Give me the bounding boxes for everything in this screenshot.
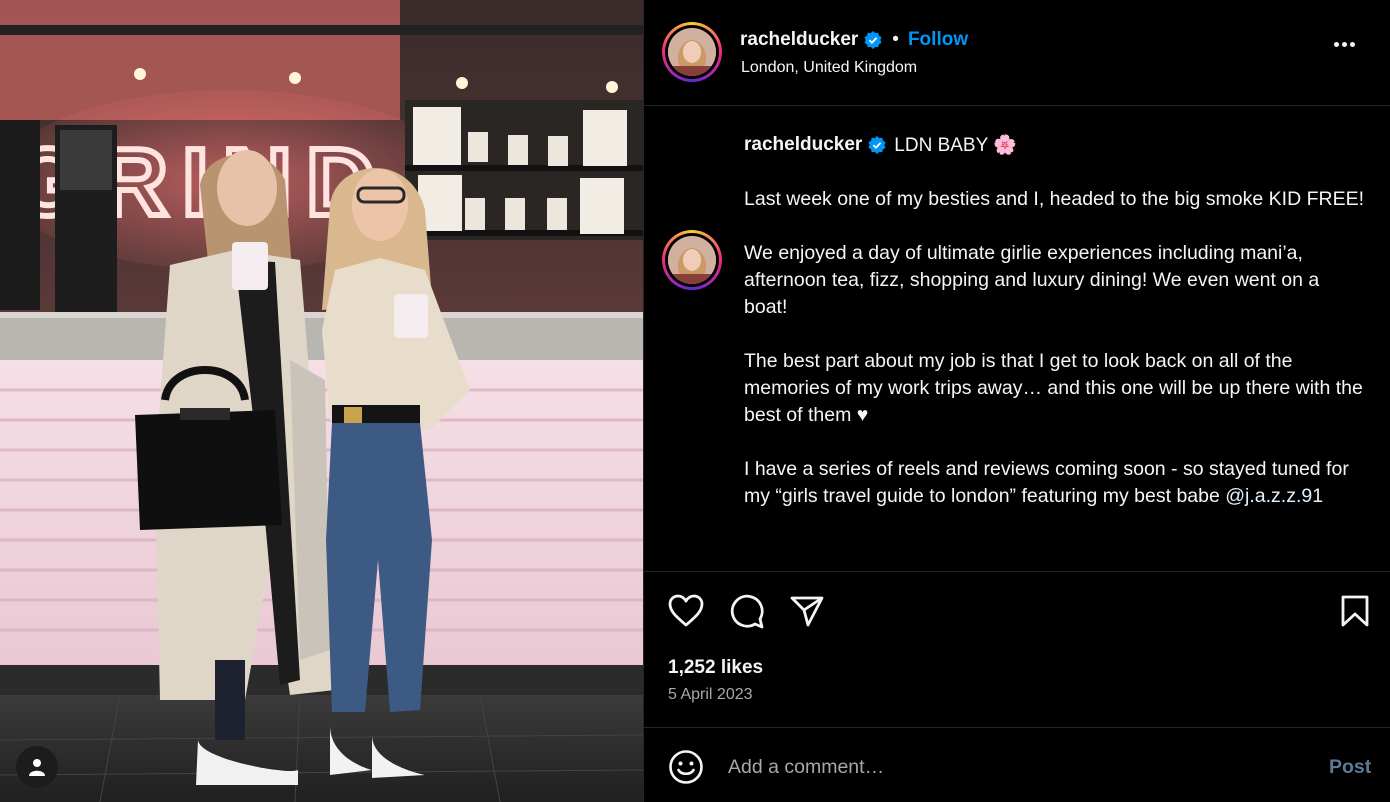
tagged-users-button[interactable] xyxy=(16,746,58,788)
caption-paragraph: Last week one of my besties and I, heade… xyxy=(744,188,1365,210)
comment-input[interactable] xyxy=(728,749,1288,785)
caption-body: Last week one of my besties and I, heade… xyxy=(744,186,1364,537)
caption-author-avatar[interactable] xyxy=(662,230,722,290)
avatar-image xyxy=(668,28,716,76)
caption-headline: LDN BABY 🌸 xyxy=(894,135,1017,156)
bookmark-icon[interactable] xyxy=(1340,594,1370,628)
user-tag-icon xyxy=(29,759,45,776)
post-details-panel: rachelducker • Follow London, United Kin… xyxy=(643,0,1390,802)
verified-badge-icon xyxy=(864,31,882,49)
author-username[interactable]: rachelducker xyxy=(740,29,858,51)
post-image: GRIND xyxy=(0,0,643,802)
comment-box: Post xyxy=(644,729,1390,802)
heart-icon[interactable] xyxy=(668,594,704,628)
comment-icon[interactable] xyxy=(729,594,765,630)
follow-button[interactable]: Follow xyxy=(908,29,968,51)
avatar-image xyxy=(668,236,716,284)
post-header: rachelducker • Follow London, United Kin… xyxy=(644,0,1390,106)
post-date: 5 April 2023 xyxy=(668,686,753,703)
post-caption: rachelducker LDN BABY 🌸 Last week one of… xyxy=(644,106,1390,571)
caption-paragraph: We enjoyed a day of ultimate girlie expe… xyxy=(744,242,1320,318)
more-horizontal-icon xyxy=(1334,42,1339,47)
separator-dot: • xyxy=(892,29,899,50)
post-actions: 1,252 likes 5 April 2023 xyxy=(644,571,1390,728)
post-comment-button[interactable]: Post xyxy=(1329,756,1371,779)
user-mention-link[interactable]: @j.a.z.z.91 xyxy=(1225,485,1323,507)
emoji-icon[interactable] xyxy=(668,749,704,785)
post-photo[interactable]: GRIND xyxy=(0,0,643,802)
send-icon[interactable] xyxy=(790,594,824,628)
verified-badge-icon xyxy=(868,136,886,154)
caption-paragraph: I have a series of reels and reviews com… xyxy=(744,456,1364,510)
caption-paragraph: The best part about my job is that I get… xyxy=(744,350,1363,426)
caption-author-username[interactable]: rachelducker xyxy=(744,134,862,156)
post-location[interactable]: London, United Kingdom xyxy=(741,59,917,77)
more-options-button[interactable] xyxy=(1334,42,1355,47)
likes-count[interactable]: 1,252 likes xyxy=(668,657,763,679)
author-avatar[interactable] xyxy=(662,22,722,82)
